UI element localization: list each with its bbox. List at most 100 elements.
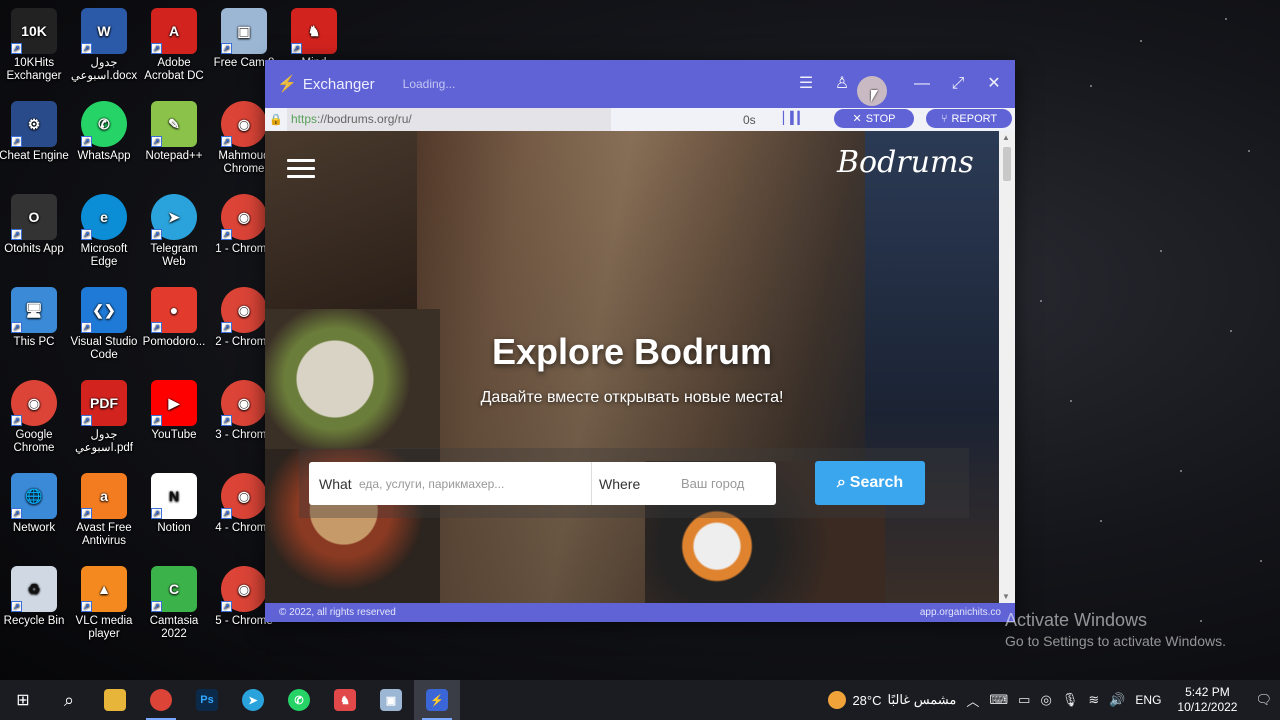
microphone-icon[interactable]: 🎙 [1062,692,1079,708]
taskbar-chrome[interactable] [138,680,184,720]
chevron-up-icon[interactable]: ︿ [966,691,979,710]
stop-button[interactable]: ✕ STOP [834,109,914,128]
maximize-button[interactable]: ⤢ [949,75,967,93]
taskbar-photoshop[interactable]: Ps [184,680,230,720]
keyboard-icon[interactable]: ⌨ [989,692,1008,708]
taskbar-exchanger[interactable]: ⚡ [414,680,460,720]
url-field[interactable]: https://bodrums.org/ru/ [287,108,611,131]
whatsapp-icon: ✆ [288,689,310,711]
vertical-scrollbar[interactable]: ▲ ▼ [999,131,1015,603]
desktop-icon[interactable]: ⚙ ↗ Cheat Engine [0,101,70,163]
desktop-icon[interactable]: A ↗ Adobe Acrobat DC [138,8,210,83]
shortcut-arrow-icon: ↗ [291,43,302,54]
language-indicator[interactable]: ENG [1135,693,1161,707]
youtube-icon: ▶ ↗ [151,380,197,426]
notifications-icon[interactable]: 🗨 [1255,692,1272,708]
desktop-icon-label: Network [12,522,56,534]
desktop-icon[interactable]: ✎ ↗ Notepad++ [138,101,210,163]
shortcut-arrow-icon: ↗ [221,136,232,147]
star [1070,400,1072,402]
close-button[interactable]: ✕ [985,75,1003,93]
desktop-icon[interactable]: a ↗ Avast Free Antivirus [68,473,140,548]
shortcut-arrow-icon: ↗ [221,415,232,426]
shortcut-arrow-icon: ↗ [11,43,22,54]
where-input[interactable]: Ваш город [681,476,744,491]
minimize-button[interactable]: — [913,75,931,93]
desktop-icon[interactable]: O ↗ Otohits App [0,194,70,256]
taskbar-whatsapp[interactable]: ✆ [276,680,322,720]
taskbar-freecam[interactable]: ▣ [368,680,414,720]
battery-icon[interactable]: ▭ [1018,692,1030,708]
user-icon[interactable]: ♙ [833,75,851,93]
scroll-up-icon[interactable]: ▲ [1002,133,1010,142]
scroll-down-icon[interactable]: ▼ [1002,592,1010,601]
search-taskbar-button[interactable]: ⌕ [46,680,92,720]
desktop-icon[interactable]: C ↗ Camtasia 2022 [138,566,210,641]
clock-date: 10/12/2022 [1177,700,1238,714]
desktop-icon[interactable]: ❮❯ ↗ Visual Studio Code [68,287,140,362]
weather-widget[interactable]: 28°C مشمس غالبًا [828,691,956,709]
shortcut-arrow-icon: ↗ [151,601,162,612]
desktop-icon[interactable]: e ↗ Microsoft Edge [68,194,140,269]
desktop-icon[interactable]: ▲ ↗ VLC media player [68,566,140,641]
footer-link[interactable]: app.organichits.co [920,607,1001,618]
chrome-icon: ◉ ↗ [11,380,57,426]
edge-icon: e ↗ [81,194,127,240]
whatsapp-icon: ✆ ↗ [81,101,127,147]
desktop-icon-label: VLC media player [75,615,133,640]
taskbar-telegram[interactable]: ➤ [230,680,276,720]
desktop-icon[interactable]: W ↗ جدول اسبوعي.docx [68,8,140,83]
window-titlebar[interactable]: ⚡ Exchanger Loading... ☰ ♙ — ⤢ ✕ [265,60,1015,108]
start-button[interactable]: ⊞ [0,680,46,720]
lock-icon: 🔒 [269,114,283,126]
desktop-icon-label: Telegram Web [150,243,198,268]
wifi-icon[interactable]: ≋ [1088,692,1099,708]
desktop-icon[interactable]: ▶ ↗ YouTube [138,380,210,442]
desktop-icon[interactable]: ● ↗ Pomodoro... [138,287,210,349]
report-button[interactable]: ⑂ REPORT [926,109,1012,128]
freecam-icon: ▣ [380,689,402,711]
chrome-icon: ◉ ↗ [221,566,267,612]
desktop-icon[interactable]: 🖥 ↗ This PC [0,287,70,349]
shortcut-arrow-icon: ↗ [81,601,92,612]
desktop-icon-label: جدول اسبوعي.docx [70,57,138,82]
shortcut-arrow-icon: ↗ [11,508,22,519]
database-icon[interactable]: ☰ [797,75,815,93]
where-label: Where [599,475,641,492]
search-icon: ⌕ [63,689,75,710]
site-brand-logo[interactable]: Bodrums [837,145,974,180]
avast-icon: a ↗ [81,473,127,519]
desktop-icon[interactable]: ✆ ↗ WhatsApp [68,101,140,163]
camera-icon[interactable]: ◎ [1040,692,1051,708]
star [1100,520,1102,522]
desktop-icon[interactable]: PDF ↗ جدول اسبوعي.pdf [68,380,140,455]
desktop-icon[interactable]: 10K ↗ 10KHits Exchanger [0,8,70,83]
chrome-icon: ◉ ↗ [221,380,267,426]
desktop-icon[interactable]: ➤ ↗ Telegram Web [138,194,210,269]
desktop-icon[interactable]: ♻ ↗ Recycle Bin [0,566,70,628]
hamburger-menu-icon[interactable] [287,159,315,183]
desktop-icon[interactable]: N ↗ Notion [138,473,210,535]
close-icon: ✕ [852,113,862,125]
vlc-icon: ▲ ↗ [81,566,127,612]
taskbar-mind[interactable]: ♞ [322,680,368,720]
desktop-icon[interactable]: ◉ ↗ Google Chrome [0,380,70,455]
shortcut-arrow-icon: ↗ [151,136,162,147]
app-title: Exchanger [302,75,375,93]
mind-icon: ♞ [334,689,356,711]
shortcut-arrow-icon: ↗ [11,136,22,147]
clock[interactable]: 5:42 PM 10/12/2022 [1177,685,1237,715]
shortcut-arrow-icon: ↗ [81,43,92,54]
taskbar-file-explorer[interactable] [92,680,138,720]
pdf-icon: PDF ↗ [81,380,127,426]
what-input[interactable]: еда, услуги, парикмахер... [359,477,591,491]
desktop-icon-label: Microsoft Edge [80,243,128,268]
search-button[interactable]: ⌕ Search [815,461,925,505]
desktop-icon-label: Adobe Acrobat DC [144,57,204,82]
scrollbar-thumb[interactable] [1003,147,1011,181]
volume-icon[interactable]: 🔊 [1109,692,1125,708]
desktop-icon-label: Cheat Engine [0,150,69,162]
desktop-icon-label: YouTube [151,429,197,441]
desktop-icon[interactable]: 🌐 ↗ Network [0,473,70,535]
chrome-icon: ◉ ↗ [221,473,267,519]
